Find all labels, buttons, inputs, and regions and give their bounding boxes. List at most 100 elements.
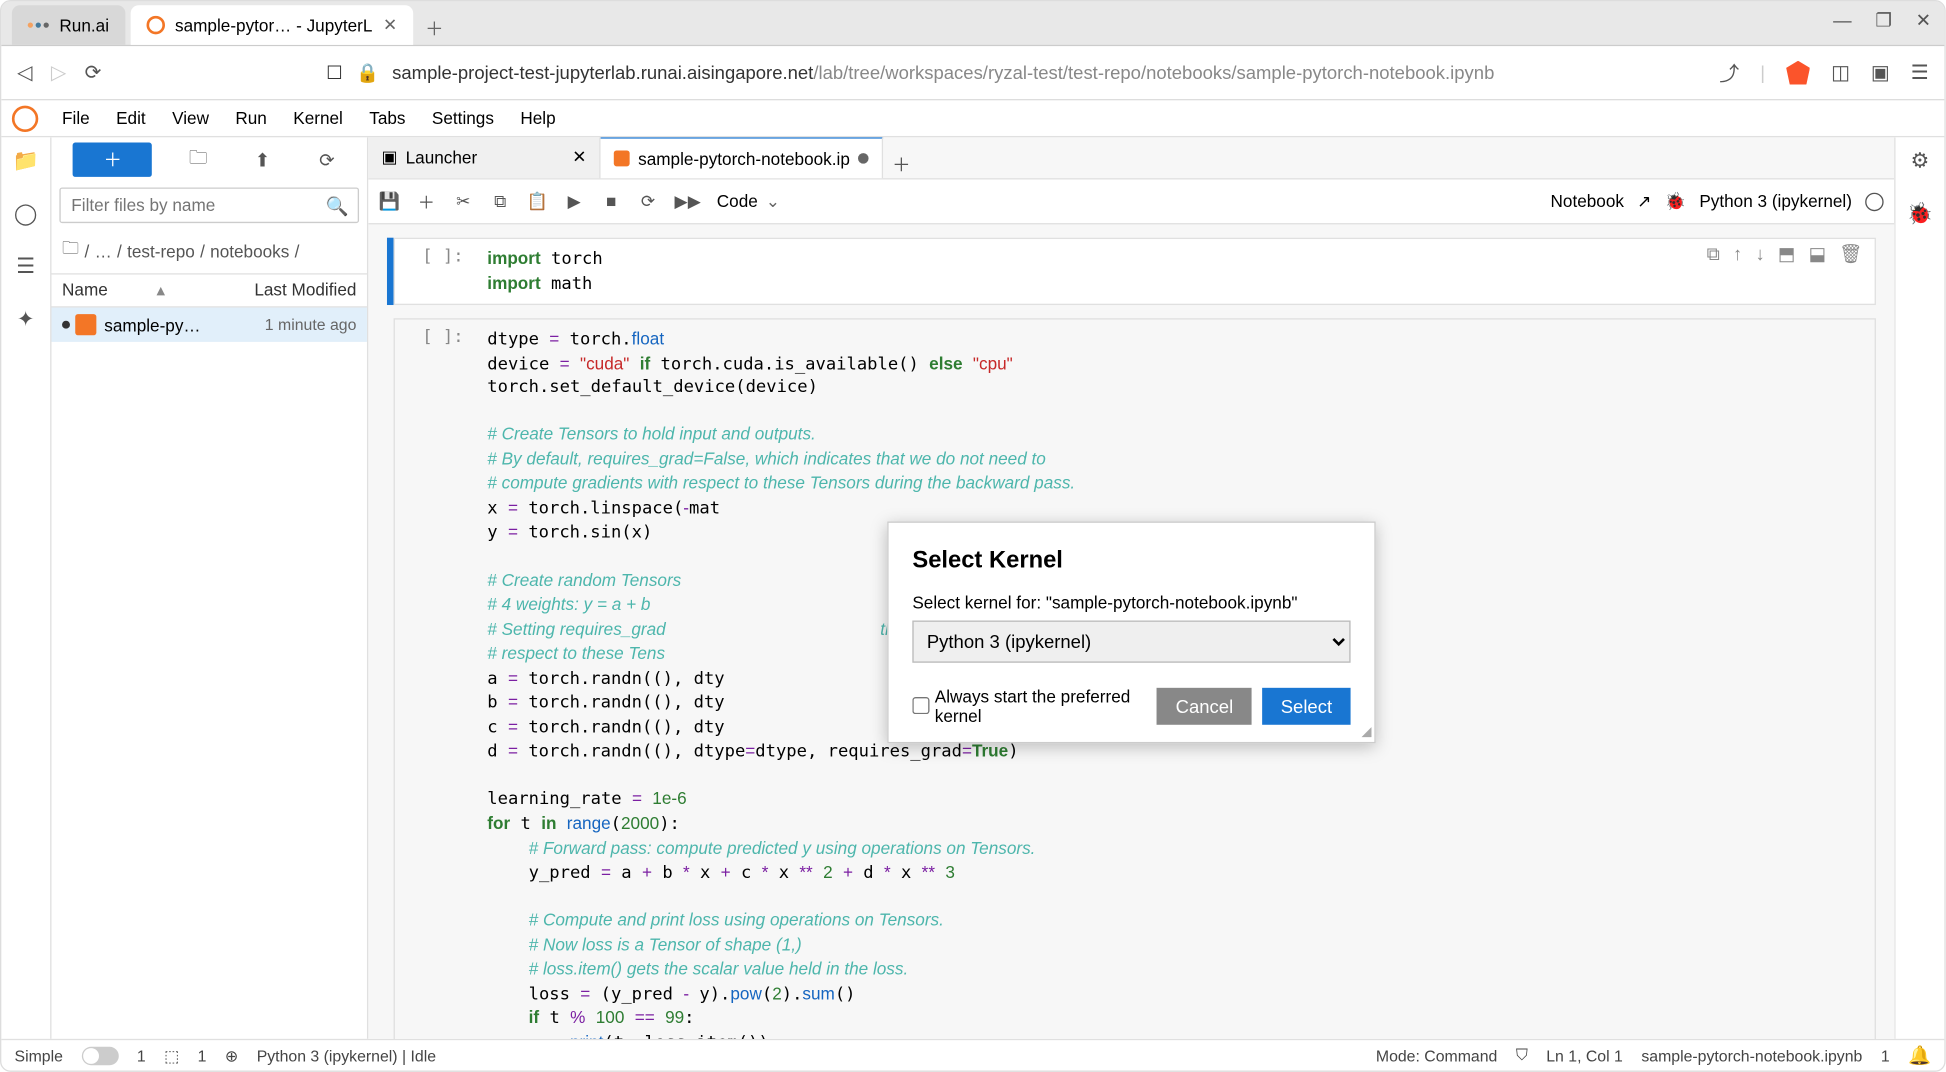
close-tab-icon[interactable]: ✕ — [383, 15, 397, 36]
simple-label: Simple — [15, 1046, 63, 1064]
lock-icon: 🔒 — [356, 61, 379, 83]
url-text: sample-project-test-jupyterlab.runai.ais… — [392, 62, 1494, 83]
brave-icon[interactable] — [1786, 61, 1810, 85]
bell-icon[interactable]: 🔔 — [1908, 1044, 1931, 1066]
launcher-icon: ▣ — [381, 147, 397, 168]
url-bar[interactable]: ☐ 🔒 sample-project-test-jupyterlab.runai… — [120, 61, 1701, 83]
toc-icon[interactable]: ☰ — [16, 253, 35, 279]
close-icon[interactable]: ✕ — [572, 147, 586, 168]
column-name[interactable]: Name — [62, 280, 151, 301]
external-icon[interactable]: ↗ — [1637, 191, 1651, 212]
runai-icon — [28, 22, 49, 27]
search-icon: 🔍 — [325, 195, 348, 217]
tab-title: Run.ai — [59, 15, 109, 35]
folder-icon: 🗀 — [62, 236, 79, 265]
dialog-overlay: Select Kernel Select kernel for: "sample… — [368, 224, 1894, 1038]
running-icon[interactable]: ◯ — [14, 201, 38, 227]
browser-tab-jupyter[interactable]: sample-pytor… - JupyterL ✕ — [130, 5, 413, 45]
left-activity-bar: 📁 ◯ ☰ ✦ — [1, 137, 51, 1039]
kernel-sessions-icon[interactable]: ⊕ — [225, 1046, 238, 1064]
menu-run[interactable]: Run — [222, 103, 280, 133]
sidebar-icon[interactable]: ◫ — [1831, 61, 1850, 85]
right-activity-bar: ⚙ 🐞 — [1894, 137, 1944, 1039]
menu-tabs[interactable]: Tabs — [356, 103, 419, 133]
debugger-icon[interactable]: 🐞 — [1665, 191, 1686, 212]
notebook-area[interactable]: [ ]: import torch import math ⧉ ↑ ↓ ⬒ ⬓ … — [368, 224, 1894, 1038]
cut-icon[interactable]: ✂ — [453, 191, 474, 212]
menu-file[interactable]: File — [49, 103, 103, 133]
new-launcher-button[interactable]: ＋ — [73, 143, 152, 177]
simple-toggle[interactable] — [81, 1046, 118, 1064]
menu-settings[interactable]: Settings — [419, 103, 507, 133]
kernel-status-icon — [1865, 192, 1883, 210]
new-tab-button[interactable]: ＋ — [419, 13, 451, 45]
debugger-icon[interactable]: 🐞 — [1907, 201, 1933, 227]
browser-tab-bar: Run.ai sample-pytor… - JupyterL ✕ ＋ — ❐ … — [1, 1, 1944, 46]
save-icon[interactable]: 💾 — [379, 191, 400, 212]
dialog-label: Select kernel for: "sample-pytorch-noteb… — [912, 592, 1350, 612]
file-time: 1 minute ago — [265, 315, 357, 333]
menu-view[interactable]: View — [159, 103, 222, 133]
share-icon[interactable]: ⤴ — [1719, 59, 1739, 87]
forward-icon[interactable]: ▷ — [51, 61, 66, 85]
restart-icon[interactable]: ⟳ — [638, 191, 659, 212]
add-cell-icon[interactable]: ＋ — [416, 189, 437, 214]
resize-handle-icon[interactable]: ◢ — [1361, 724, 1371, 739]
tab-notebook[interactable]: sample-pytorch-notebook.ip — [601, 137, 883, 178]
filter-input[interactable] — [59, 187, 359, 223]
file-row[interactable]: sample-py… 1 minute ago — [51, 308, 366, 342]
status-file[interactable]: sample-pytorch-notebook.ipynb — [1641, 1046, 1862, 1064]
tab-launcher[interactable]: ▣ Launcher ✕ — [368, 137, 601, 178]
notebook-icon — [75, 314, 96, 335]
refresh-icon[interactable]: ⟳ — [308, 143, 345, 177]
maximize-icon[interactable]: ❐ — [1875, 9, 1892, 31]
file-browser: ＋ 🗀 ⬆ ⟳ 🔍 🗀 / … / test-repo / notebooks … — [51, 137, 368, 1039]
select-button[interactable]: Select — [1262, 687, 1350, 724]
always-start-checkbox[interactable]: Always start the preferred kernel — [912, 686, 1157, 726]
browser-tab-runai[interactable]: Run.ai — [12, 5, 125, 45]
notebook-toolbar: 💾 ＋ ✂ ⧉ 📋 ▶ ■ ⟳ ▶▶ Code Notebook ↗ 🐞 Pyt… — [368, 180, 1894, 225]
browser-toolbar: ◁ ▷ ⟳ ☐ 🔒 sample-project-test-jupyterlab… — [1, 46, 1944, 99]
kernel-select[interactable]: Python 3 (ipykernel) — [912, 620, 1350, 662]
status-ln: Ln 1, Col 1 — [1546, 1046, 1623, 1064]
status-mode: Mode: Command — [1376, 1046, 1498, 1064]
minimize-icon[interactable]: — — [1833, 9, 1851, 31]
status-bar: Simple 1 ⬚ 1 ⊕ Python 3 (ipykernel) | Id… — [1, 1039, 1944, 1071]
menu-edit[interactable]: Edit — [103, 103, 159, 133]
close-window-icon[interactable]: ✕ — [1916, 9, 1931, 31]
notebook-icon — [614, 150, 630, 166]
file-name: sample-py… — [104, 315, 265, 335]
breadcrumb[interactable]: 🗀 / … / test-repo / notebooks / — [51, 228, 366, 273]
cancel-button[interactable]: Cancel — [1157, 687, 1252, 724]
status-kernel[interactable]: Python 3 (ipykernel) | Idle — [257, 1046, 436, 1064]
column-modified[interactable]: Last Modified — [254, 280, 356, 301]
upload-icon[interactable]: ⬆ — [244, 143, 281, 177]
reader-icon[interactable]: ▣ — [1871, 61, 1890, 85]
reload-icon[interactable]: ⟳ — [85, 61, 102, 85]
extensions-icon[interactable]: ✦ — [17, 306, 35, 332]
new-folder-icon[interactable]: 🗀 — [180, 143, 217, 177]
document-tabs: ▣ Launcher ✕ sample-pytorch-notebook.ip … — [368, 137, 1894, 179]
menu-icon[interactable]: ☰ — [1911, 61, 1929, 85]
dialog-title: Select Kernel — [912, 546, 1350, 574]
property-inspector-icon[interactable]: ⚙ — [1910, 148, 1929, 174]
jupyter-icon — [146, 16, 164, 34]
back-icon[interactable]: ◁ — [17, 61, 32, 85]
stop-icon[interactable]: ■ — [601, 191, 622, 211]
jupyter-logo-icon[interactable] — [12, 105, 38, 131]
terminal-icon[interactable]: ⬚ — [164, 1046, 179, 1064]
run-icon[interactable]: ▶ — [564, 191, 585, 212]
menu-help[interactable]: Help — [507, 103, 569, 133]
select-kernel-dialog: Select Kernel Select kernel for: "sample… — [887, 521, 1375, 743]
cell-type-select[interactable]: Code — [711, 189, 782, 214]
kernel-name[interactable]: Python 3 (ipykernel) — [1699, 191, 1852, 211]
add-tab-button[interactable]: ＋ — [883, 152, 920, 178]
menu-kernel[interactable]: Kernel — [280, 103, 356, 133]
open-notebook-label[interactable]: Notebook — [1551, 191, 1624, 211]
run-all-icon[interactable]: ▶▶ — [675, 191, 696, 212]
copy-icon[interactable]: ⧉ — [490, 191, 511, 212]
bookmark-icon[interactable]: ☐ — [326, 61, 343, 83]
folder-icon[interactable]: 📁 — [13, 148, 39, 174]
paste-icon[interactable]: 📋 — [527, 191, 548, 212]
trust-icon[interactable]: ⛉ — [1516, 1045, 1528, 1065]
